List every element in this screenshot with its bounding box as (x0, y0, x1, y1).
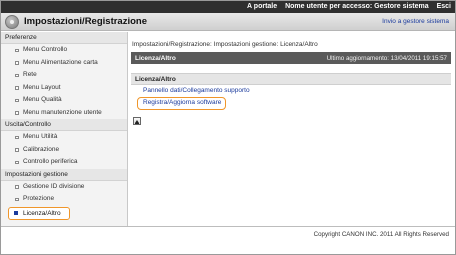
window-frame: A portale Nome utente per accesso: Gesto… (0, 0, 456, 255)
panel-data-support-link[interactable]: Pannello dati/Collegamento supporto (143, 87, 250, 94)
main-content: Impostazioni/Registrazione: Impostazioni… (129, 32, 455, 237)
sidebar-section-preferences: Preferenze (1, 32, 127, 44)
page-title: Impostazioni/Registrazione (24, 16, 147, 27)
sidebar-item-label: Gestione ID divisione (23, 182, 85, 190)
square-bullet-icon (15, 48, 19, 52)
square-bullet-icon (15, 197, 19, 201)
square-bullet-icon (15, 86, 19, 90)
square-bullet-icon (15, 160, 19, 164)
sidebar-item-label: Menu Qualità (23, 96, 62, 103)
sidebar-item-label: Menu Alimentazione carta (23, 58, 98, 66)
login-user-text: Nome utente per accesso: Gestore sistema (285, 3, 429, 10)
square-bullet-icon (14, 211, 18, 215)
square-bullet-icon (15, 111, 19, 115)
arrow-up-icon[interactable] (133, 117, 141, 125)
top-bar: A portale Nome utente per accesso: Gesto… (1, 1, 455, 13)
panel-title: Licenza/Altro (135, 54, 176, 62)
sidebar-item-utility-menu[interactable]: Menu Utilità (1, 131, 127, 144)
portal-link[interactable]: A portale (247, 3, 277, 10)
copyright-text: Copyright CANON INC. 2011 All Rights Res… (313, 231, 449, 238)
title-bar: Impostazioni/Registrazione Invio a gesto… (1, 13, 455, 31)
sidebar-item-department-id[interactable]: Gestione ID divisione (1, 181, 127, 194)
sidebar-item-label: Rete (23, 71, 37, 78)
sidebar-item-label: Menu Controllo (23, 46, 68, 53)
sidebar-item-user-maintenance-menu[interactable]: Menu manutenzione utente (1, 107, 127, 120)
square-bullet-icon (15, 135, 19, 139)
square-bullet-icon (15, 61, 19, 65)
sidebar-item-label: Controllo periferica (23, 158, 78, 165)
send-to-system-manager-link[interactable]: Invio a gestore sistema (382, 18, 449, 25)
sidebar-item-label: Menu Utilità (23, 133, 58, 140)
register-update-software-link[interactable]: Registra/Aggiorna software (137, 97, 227, 110)
footer: Copyright CANON INC. 2011 All Rights Res… (1, 226, 455, 254)
sidebar-item-quality-menu[interactable]: Menu Qualità (1, 94, 127, 107)
breadcrumb: Impostazioni/Registrazione: Impostazioni… (132, 41, 318, 48)
sidebar-item-label: Licenza/Altro (23, 209, 61, 217)
sidebar-item-layout-menu[interactable]: Menu Layout (1, 82, 127, 95)
sidebar-item-label: Menu Layout (23, 83, 61, 91)
section-header: Licenza/Altro (131, 73, 451, 85)
sidebar-item-network[interactable]: Rete (1, 69, 127, 82)
sidebar-item-control-menu[interactable]: Menu Controllo (1, 44, 127, 57)
sidebar-section-management-settings: Impostazioni gestione (1, 168, 127, 181)
canon-printer-logo-icon (5, 15, 19, 29)
sidebar-item-security[interactable]: Protezione (1, 193, 127, 206)
square-bullet-icon (15, 148, 19, 152)
sidebar-section-output-control: Uscita/Controllo (1, 119, 127, 131)
sidebar: Preferenze Menu Controllo Menu Alimentaz… (1, 32, 128, 237)
sidebar-item-label: Protezione (23, 195, 55, 202)
last-updated-text: Ultimo aggiornamento: 13/04/2011 19:15:5… (326, 54, 447, 62)
sidebar-item-device-control[interactable]: Controllo periferica (1, 156, 127, 169)
sidebar-item-calibration[interactable]: Calibrazione (1, 144, 127, 157)
sidebar-item-label: Calibrazione (23, 145, 60, 153)
square-bullet-icon (15, 73, 19, 77)
logout-link[interactable]: Esci (437, 3, 451, 10)
square-bullet-icon (15, 185, 19, 189)
sidebar-item-label: Menu manutenzione utente (23, 108, 102, 116)
top-bar-right: A portale Nome utente per accesso: Gesto… (241, 3, 451, 10)
section-title: Licenza/Altro (135, 76, 176, 83)
sidebar-item-paper-feed-menu[interactable]: Menu Alimentazione carta (1, 57, 127, 70)
panel-header: Licenza/Altro Ultimo aggiornamento: 13/0… (131, 52, 451, 64)
square-bullet-icon (15, 98, 19, 102)
sidebar-item-license-other[interactable]: Licenza/Altro (8, 206, 70, 220)
